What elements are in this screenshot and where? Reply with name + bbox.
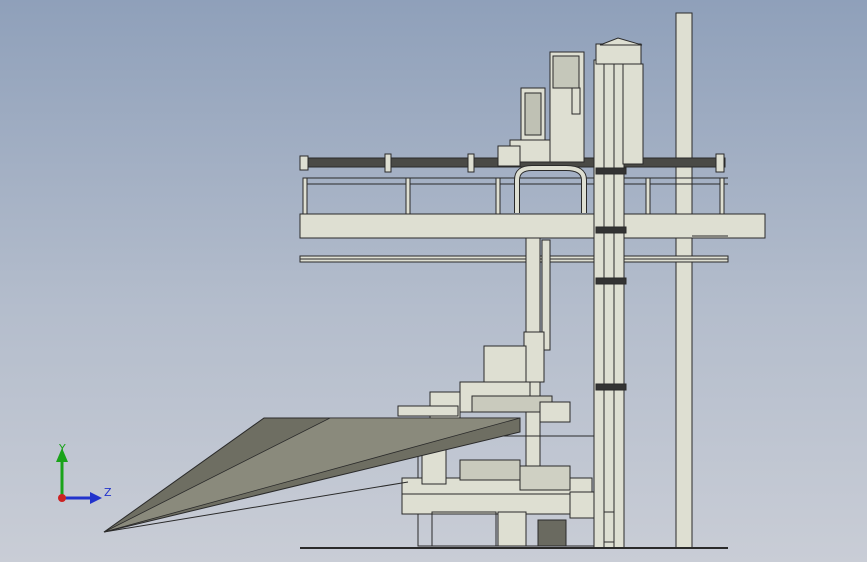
plant-side-view-drawing	[103, 12, 766, 549]
z-axis-label: Z	[104, 486, 112, 499]
x-axis-dot	[58, 494, 66, 502]
top-platform-deck	[299, 213, 766, 239]
main-support-column	[675, 12, 693, 549]
bucket-elevator	[593, 59, 625, 549]
y-axis-label: Y	[59, 442, 66, 455]
inclined-conveyor	[103, 417, 521, 533]
cad-viewport[interactable]: Y Z	[0, 0, 867, 562]
u-pipe	[514, 165, 587, 213]
mixer-house	[483, 345, 527, 387]
